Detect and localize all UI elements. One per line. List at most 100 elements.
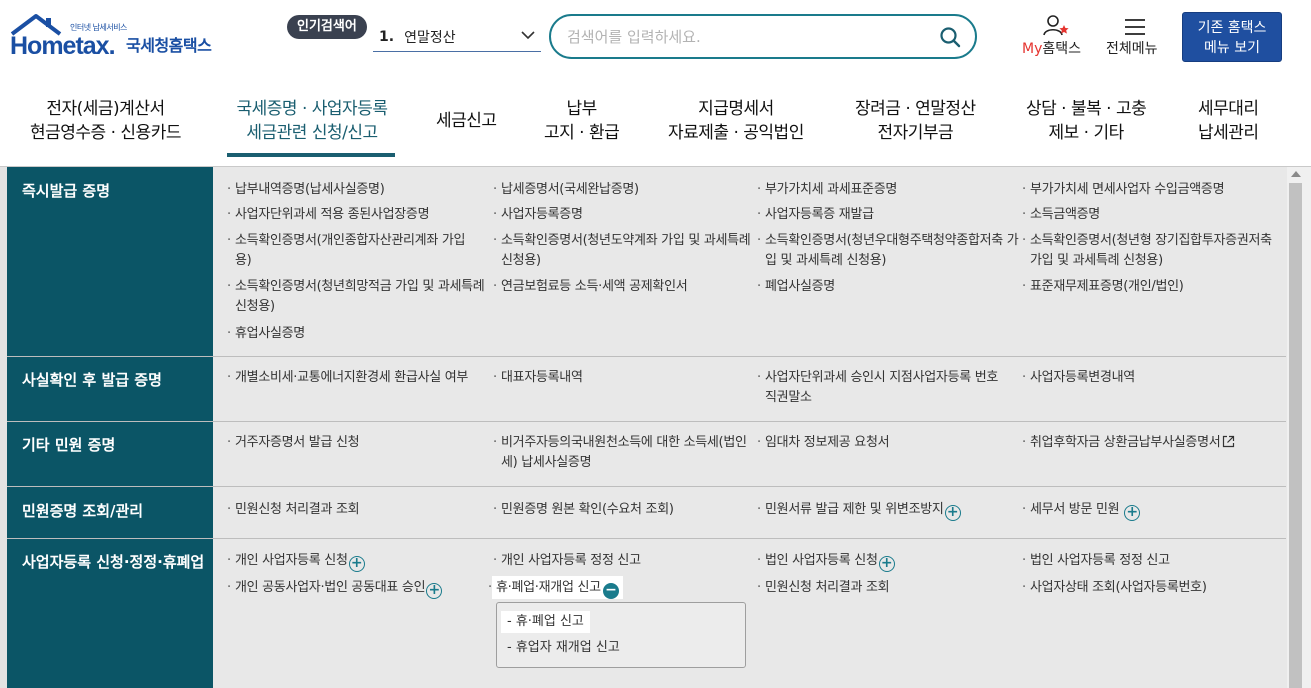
menu-link-label: 개인 공동사업자·법인 공동대표 승인 [235, 580, 426, 595]
my-prefix: My [1022, 41, 1043, 57]
nav-label: 장려금 · 연말정산 [855, 99, 976, 119]
menu-link[interactable]: 민원증명 원본 확인(수요처 조회) [493, 500, 751, 520]
menu-link[interactable]: 민원신청 처리결과 조회 [227, 500, 475, 520]
menu-link[interactable]: 사업자등록증명 [493, 205, 751, 225]
menu-link-expandable[interactable]: 민원서류 발급 제한 및 위변조방지+ [757, 500, 1025, 521]
submenu-item-closure[interactable]: - 휴·폐업 신고 [501, 611, 590, 633]
all-menu-button[interactable]: 전체메뉴 [1104, 14, 1168, 64]
menu-link-label: 개인 사업자등록 신청 [235, 553, 348, 568]
submenu-label: 휴업자 재개업 신고 [515, 640, 620, 655]
search-input[interactable] [567, 26, 927, 48]
menu-link[interactable]: 비거주자등의국내원천소득에 대한 소득세(법인세) 납세사실증명 [493, 433, 747, 473]
plus-icon[interactable]: + [878, 556, 895, 572]
nav-label: 전자(세금)계산서 [46, 99, 165, 119]
nav-tax-agent[interactable]: 세무대리 납세관리 [1198, 97, 1259, 145]
nav-label: 지급명세서 [698, 99, 774, 119]
menu-link[interactable]: 부가가치세 면세사업자 수입금액증명 [1022, 180, 1280, 200]
section-instant-certificates: 즉시발급 증명 납부내역증명(납세사실증명) 납세증명서(국세완납증명) 부가가… [7, 167, 1286, 357]
hometax-logo[interactable]: 인터넷 납세서비스 Hometax. 국세청홈택스 [8, 12, 223, 64]
menu-link[interactable]: 개별소비세·교통에너지환경세 환급사실 여부 [227, 368, 477, 388]
section-title: 즉시발급 증명 [7, 167, 213, 356]
nav-label: 고지 · 환급 [544, 123, 620, 143]
menu-link-expandable[interactable]: 개인 사업자등록 신청+ [227, 551, 485, 572]
menu-link[interactable]: 부가가치세 과세표준증명 [757, 180, 1020, 200]
menu-link[interactable]: 소득확인증명서(개인종합자산관리계좌 가입용) [227, 231, 479, 271]
submenu-item-reopen[interactable]: - 휴업자 재개업 신고 [501, 637, 626, 659]
plus-icon[interactable]: + [348, 556, 365, 572]
logo-brand-korean: 국세청홈택스 [126, 36, 212, 55]
user-star-icon [1043, 15, 1069, 36]
my-hometax-label: My홈택스 [1022, 38, 1081, 58]
nav-consultation[interactable]: 상담 · 불복 · 고충 제보 · 기타 [1026, 97, 1147, 145]
popular-search-select[interactable]: 1. 연말정산 [373, 22, 541, 52]
section-verified-certificates: 사실확인 후 발급 증명 개별소비세·교통에너지환경세 환급사실 여부 대표자등… [7, 357, 1286, 422]
popular-term: 연말정산 [404, 29, 456, 46]
minus-icon[interactable]: − [602, 583, 619, 599]
nav-payment[interactable]: 납부 고지 · 환급 [544, 97, 620, 145]
nav-label: 납부 [566, 99, 598, 119]
left-edge [0, 167, 7, 688]
menu-link[interactable]: 사업자단위과세 승인시 지점사업자등록 번호 직권말소 [757, 368, 1013, 408]
menu-link[interactable]: 소득금액증명 [1022, 205, 1280, 225]
plus-icon[interactable]: + [944, 505, 961, 521]
nav-label: 세무대리 [1198, 99, 1259, 119]
hamburger-icon [1125, 19, 1145, 35]
menu-link[interactable]: 소득확인증명서(청년도약계좌 가입 및 과세특례 신청용) [493, 231, 753, 271]
menu-link-expandable[interactable]: 세무서 방문 민원 + [1022, 500, 1280, 521]
menu-link[interactable]: 소득확인증명서(청년희망적금 가입 및 과세특례 신청용) [227, 277, 489, 317]
external-link-icon [1223, 435, 1235, 448]
submenu-label: 휴·폐업 신고 [515, 614, 584, 629]
menu-link-label: 취업후학자금 상환금납부사실증명서 [1030, 435, 1221, 450]
nav-label: 세금신고 [436, 111, 497, 131]
menu-link[interactable]: 납세증명서(국세완납증명) [493, 180, 751, 200]
nav-certificates-registration[interactable]: 국세증명 · 사업자등록 세금관련 신청/신고 [227, 97, 397, 145]
plus-icon[interactable]: + [426, 583, 443, 599]
nav-label: 제보 · 기타 [1048, 123, 1124, 143]
menu-link[interactable]: 표준재무제표증명(개인/법인) [1022, 277, 1280, 297]
old-hometax-menu-button[interactable]: 기존 홈택스 메뉴 보기 [1182, 12, 1282, 62]
section-other-certificates: 기타 민원 증명 거주자증명서 발급 신청 비거주자등의국내원천소득에 대한 소… [7, 422, 1286, 487]
section-title: 기타 민원 증명 [7, 422, 213, 486]
menu-link[interactable]: 개인 사업자등록 정정 신고 [493, 551, 751, 571]
menu-link-expanded[interactable]: 휴·폐업·재개업 신고− [488, 576, 623, 599]
nav-payment-statement[interactable]: 지급명세서 자료제출 · 공익법인 [668, 97, 804, 145]
site-header: 인터넷 납세서비스 Hometax. 국세청홈택스 인기검색어 1. 연말정산 … [0, 0, 1311, 80]
menu-link-expandable[interactable]: 개인 공동사업자·법인 공동대표 승인+ [227, 578, 495, 599]
nav-label: 납세관리 [1198, 123, 1259, 143]
menu-link[interactable]: 거주자증명서 발급 신청 [227, 433, 475, 453]
plus-icon[interactable]: + [1124, 505, 1141, 521]
logo-brand: Hometax. [10, 32, 116, 60]
menu-link[interactable]: 민원신청 처리결과 조회 [757, 578, 1015, 598]
main-navigation: 전자(세금)계산서 현금영수증 · 신용카드 국세증명 · 사업자등록 세금관련… [0, 80, 1311, 167]
menu-link[interactable]: 소득확인증명서(청년형 장기집합투자증권저축 가입 및 과세특례 신청용) [1022, 231, 1280, 271]
menu-link[interactable]: 연금보험료등 소득·세액 공제확인서 [493, 277, 751, 297]
menu-link[interactable]: 소득확인증명서(청년우대형주택청약종합저축 가입 및 과세특례 신청용) [757, 231, 1023, 271]
menu-link[interactable]: 휴업사실증명 [227, 324, 475, 344]
menu-link[interactable]: 임대차 정보제공 요청서 [757, 433, 1015, 453]
nav-tax-filing[interactable]: 세금신고 [436, 109, 497, 133]
search-box [549, 14, 977, 59]
nav-label: 자료제출 · 공익법인 [668, 123, 804, 143]
menu-link[interactable]: 법인 사업자등록 정정 신고 [1022, 551, 1280, 571]
menu-link[interactable]: 사업자단위과세 적용 종된사업장증명 [227, 205, 475, 225]
search-icon[interactable] [939, 26, 961, 48]
menu-link-label: 법인 사업자등록 신청 [765, 553, 878, 568]
menu-link[interactable]: 폐업사실증명 [757, 277, 1020, 297]
menu-link[interactable]: 납부내역증명(납세사실증명) [227, 180, 475, 200]
nav-incentive-yearend[interactable]: 장려금 · 연말정산 전자기부금 [855, 97, 976, 145]
menu-link[interactable]: 대표자등록내역 [493, 368, 751, 388]
vertical-scrollbar[interactable] [1287, 167, 1311, 688]
nav-label: 현금영수증 · 신용카드 [30, 123, 181, 143]
my-hometax-button[interactable]: My홈택스 [1020, 14, 1092, 64]
menu-link-expandable[interactable]: 법인 사업자등록 신청+ [757, 551, 1015, 572]
menu-link[interactable]: 사업자상태 조회(사업자등록번호) [1022, 578, 1285, 598]
menu-link-label: 세무서 방문 민원 [1030, 502, 1120, 517]
scroll-up-arrow-icon[interactable] [1291, 171, 1301, 177]
scrollbar-thumb[interactable] [1289, 183, 1302, 688]
nav-label: 전자기부금 [877, 123, 954, 143]
section-title: 사업자등록 신청·정정·휴폐업 [7, 539, 213, 688]
nav-e-invoice[interactable]: 전자(세금)계산서 현금영수증 · 신용카드 [30, 97, 181, 145]
menu-link-external[interactable]: 취업후학자금 상환금납부사실증명서 [1022, 433, 1290, 453]
menu-link[interactable]: 사업자등록변경내역 [1022, 368, 1280, 388]
menu-link[interactable]: 사업자등록증 재발급 [757, 205, 1020, 225]
